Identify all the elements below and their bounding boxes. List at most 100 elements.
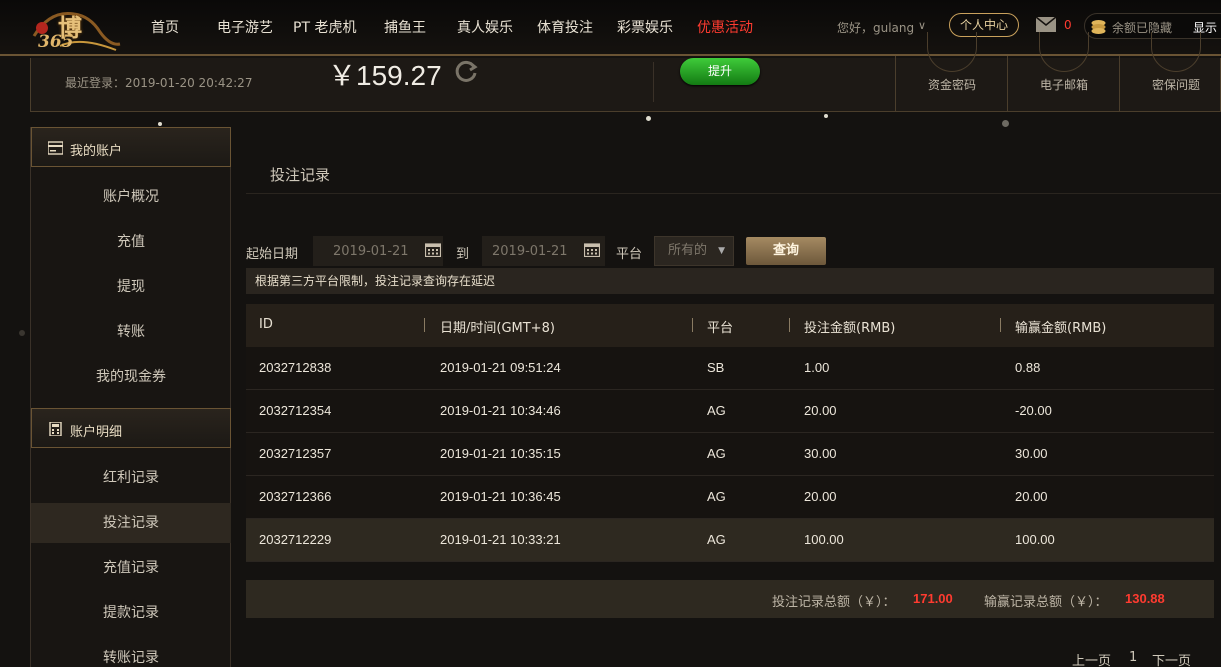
cell-id: 2032712366 <box>259 489 332 504</box>
fund-password-label: 资金密码 <box>927 78 976 92</box>
email-link[interactable]: 电子邮箱 <box>1007 32 1119 112</box>
cell-win-loss: 30.00 <box>1015 446 1048 461</box>
query-button[interactable]: 查询 <box>746 237 826 265</box>
caret-down-icon: ▼ <box>718 246 725 256</box>
sidebar: 我的账户 账户概况 充值 提现 转账 我的现金券 账户明细 红利记录 投注记录 … <box>30 127 231 667</box>
calendar-icon[interactable] <box>425 242 441 257</box>
nav-sports[interactable]: 体育投注 <box>537 17 593 37</box>
upgrade-button[interactable]: 提升 <box>680 58 760 85</box>
cell-bet-amount: 20.00 <box>804 403 837 418</box>
card-icon <box>48 141 63 155</box>
table-header: ID 日期/时间(GMT+8) 平台 投注金额(RMB) 输赢金额(RMB) <box>246 304 1214 347</box>
cell-id: 2032712354 <box>259 403 332 418</box>
win-total-value: 130.88 <box>1125 591 1165 606</box>
cell-platform: AG <box>707 446 726 461</box>
cell-platform: AG <box>707 532 726 547</box>
platform-select[interactable]: 所有的 ▼ <box>654 236 734 266</box>
cell-datetime: 2019-01-21 10:34:46 <box>440 403 561 418</box>
chevron-down-icon[interactable]: ∨ <box>918 19 926 32</box>
delay-notice: 根据第三方平台限制，投注记录查询存在延迟 <box>246 268 1214 294</box>
cell-id: 2032712838 <box>259 360 332 375</box>
table-row: 2032712357 2019-01-21 10:35:15 AG 30.00 … <box>246 433 1214 476</box>
mail-count-badge: 0 <box>1064 18 1072 32</box>
fund-password-link[interactable]: 资金密码 <box>895 32 1007 112</box>
cell-win-loss: 0.88 <box>1015 360 1041 375</box>
user-greeting[interactable]: 您好，gulang <box>837 19 914 36</box>
sidebar-item-cash-coupons[interactable]: 我的现金券 <box>31 357 231 397</box>
sparkle-decoration <box>19 330 25 336</box>
sidebar-item-bet-records[interactable]: 投注记录 <box>31 503 231 543</box>
cell-datetime: 2019-01-21 09:51:24 <box>440 360 561 375</box>
coin-icon <box>1091 20 1106 34</box>
nav-home[interactable]: 首页 <box>151 17 179 37</box>
column-divider <box>1000 318 1001 332</box>
column-divider <box>692 318 693 332</box>
sidebar-item-transfer-records[interactable]: 转账记录 <box>31 638 231 667</box>
table-row: 2032712354 2019-01-21 10:34:46 AG 20.00 … <box>246 390 1214 433</box>
calculator-icon <box>49 422 62 436</box>
sidebar-item-deposit-records[interactable]: 充值记录 <box>31 548 231 588</box>
nav-pt-slots[interactable]: PT 老虎机 <box>293 17 356 37</box>
sidebar-item-transfer[interactable]: 转账 <box>31 312 231 352</box>
account-summary-bar: 最近登录：2019-01-20 20:42:27 ￥159.27 提升 资金密码… <box>30 32 1221 112</box>
column-divider <box>789 318 790 332</box>
cell-datetime: 2019-01-21 10:33:21 <box>440 532 561 547</box>
site-logo[interactable]: 博 365 <box>30 6 122 52</box>
calendar-icon[interactable] <box>584 242 600 257</box>
nav-fishing[interactable]: 捕鱼王 <box>384 17 426 37</box>
sidebar-section-my-account[interactable]: 我的账户 <box>31 127 231 167</box>
column-header-id: ID <box>259 317 273 332</box>
sidebar-section-label: 账户明细 <box>70 425 123 440</box>
nav-lottery[interactable]: 彩票娱乐 <box>617 17 673 37</box>
win-total-label: 输赢记录总额（￥）： <box>984 595 1108 610</box>
account-balance: ￥159.27 <box>328 60 442 91</box>
cell-datetime: 2019-01-21 10:35:15 <box>440 446 561 461</box>
prev-page-link[interactable]: 上一页 <box>1072 650 1111 667</box>
top-nav: 博 365 首页 电子游艺 PT 老虎机 捕鱼王 真人娱乐 体育投注 彩票娱乐 … <box>0 0 1221 56</box>
column-header-bet-amount: 投注金额(RMB) <box>804 321 896 336</box>
bet-total-value: 171.00 <box>913 591 953 606</box>
sidebar-item-bonus-records[interactable]: 红利记录 <box>31 458 231 498</box>
sparkle-decoration <box>1002 120 1009 127</box>
cell-platform: SB <box>707 360 725 375</box>
platform-selected-value: 所有的 <box>668 243 708 258</box>
security-question-link[interactable]: 密保问题 <box>1119 32 1221 112</box>
cell-bet-amount: 30.00 <box>804 446 837 461</box>
nav-electronic-games[interactable]: 电子游艺 <box>217 17 273 37</box>
sidebar-section-label: 我的账户 <box>70 144 123 159</box>
refresh-icon[interactable] <box>453 58 479 84</box>
sidebar-item-account-overview[interactable]: 账户概况 <box>31 177 231 217</box>
sidebar-section-account-details[interactable]: 账户明细 <box>31 408 231 448</box>
cell-bet-amount: 20.00 <box>804 489 837 504</box>
email-label: 电子邮箱 <box>1039 78 1088 92</box>
sidebar-item-withdraw[interactable]: 提现 <box>31 267 231 307</box>
cell-bet-amount: 100.00 <box>804 532 844 547</box>
sparkle-decoration <box>646 116 651 121</box>
sidebar-item-deposit[interactable]: 充值 <box>31 222 231 262</box>
nav-live-casino[interactable]: 真人娱乐 <box>457 17 513 37</box>
cell-datetime: 2019-01-21 10:36:45 <box>440 489 561 504</box>
table-row: 2032712366 2019-01-21 10:36:45 AG 20.00 … <box>246 476 1214 519</box>
cell-win-loss: -20.00 <box>1015 403 1052 418</box>
cell-platform: AG <box>707 489 726 504</box>
to-label: 到 <box>456 247 470 262</box>
mail-icon[interactable] <box>1036 17 1056 32</box>
nav-promotions[interactable]: 优惠活动 <box>697 17 753 37</box>
start-date-input[interactable] <box>313 236 443 266</box>
current-page[interactable]: 1 <box>1129 650 1137 665</box>
cell-platform: AG <box>707 403 726 418</box>
column-header-win-loss: 输赢金额(RMB) <box>1015 321 1107 336</box>
sidebar-item-withdraw-records[interactable]: 提款记录 <box>31 593 231 633</box>
column-divider <box>424 318 425 332</box>
last-login-text: 最近登录：2019-01-20 20:42:27 <box>65 76 253 90</box>
start-date-label: 起始日期 <box>246 247 299 262</box>
logo-number: 365 <box>38 32 74 52</box>
table-row: 2032712229 2019-01-21 10:33:21 AG 100.00… <box>246 519 1214 562</box>
next-page-link[interactable]: 下一页 <box>1152 650 1191 667</box>
sparkle-decoration <box>158 122 162 126</box>
fund-password-icon <box>927 32 977 72</box>
cell-bet-amount: 1.00 <box>804 360 830 375</box>
page-title: 投注记录 <box>270 166 331 184</box>
cell-id: 2032712357 <box>259 446 332 461</box>
cell-id: 2032712229 <box>259 532 332 547</box>
